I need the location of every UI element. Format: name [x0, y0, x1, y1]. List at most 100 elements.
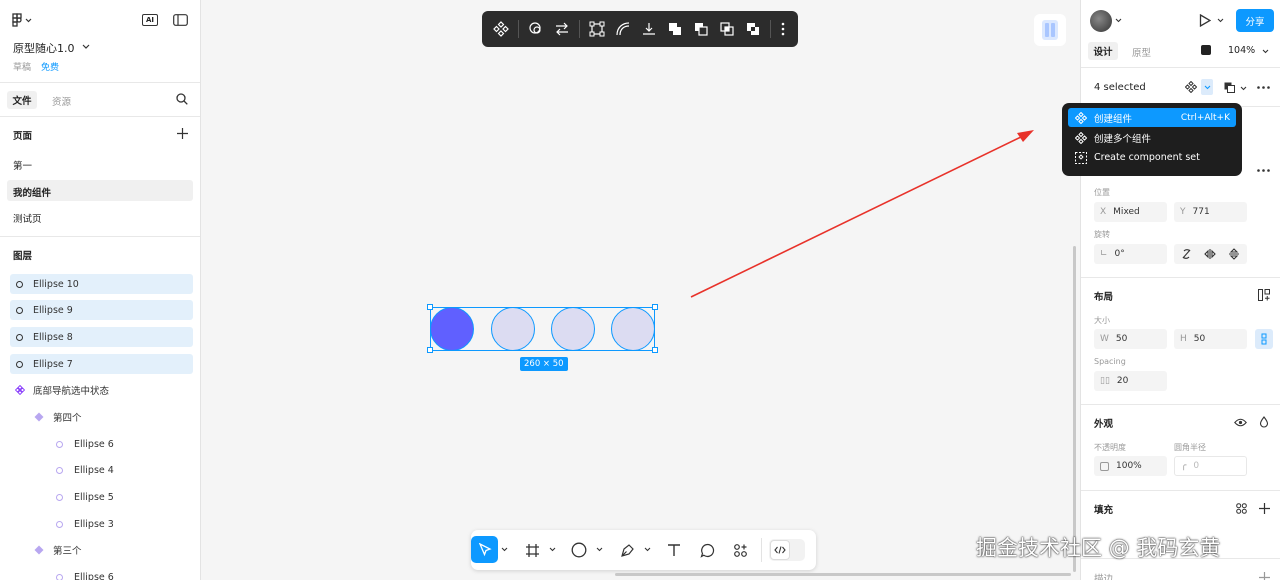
tab-files[interactable]: 文件 — [7, 91, 37, 109]
layer-row[interactable]: Ellipse 6 — [10, 434, 193, 454]
menu-item-create-multiple[interactable]: 创建多个组件 — [1068, 128, 1236, 147]
zoom-level[interactable]: 104% — [1228, 45, 1255, 56]
drop-icon[interactable] — [1257, 415, 1271, 429]
layer-row[interactable]: Ellipse 3 — [10, 514, 193, 534]
radius-field[interactable]: ╭ 0 — [1174, 456, 1247, 476]
layer-row[interactable]: 底部导航选中状态 — [10, 380, 193, 400]
layer-row[interactable]: Ellipse 9 — [10, 300, 193, 320]
rotate-icon[interactable] — [1178, 246, 1194, 262]
chevron-down-icon[interactable] — [547, 543, 557, 555]
actions-tool-icon[interactable] — [730, 540, 750, 560]
layer-label: Ellipse 5 — [74, 491, 114, 503]
page-item[interactable]: 我的组件 — [13, 185, 51, 199]
layer-row[interactable]: Ellipse 7 — [10, 354, 193, 374]
divider — [761, 538, 762, 562]
spacing-label: Spacing — [1094, 357, 1126, 366]
ellipse-icon — [56, 466, 63, 474]
add-stroke-icon[interactable] — [1257, 570, 1271, 580]
ai-badge[interactable]: AI — [142, 14, 158, 26]
chevron-down-icon[interactable] — [1215, 14, 1225, 26]
flip-vertical-icon[interactable] — [1226, 246, 1242, 262]
more-horizontal-icon[interactable] — [1255, 163, 1271, 177]
component-set-icon — [1074, 151, 1088, 164]
layer-label: Ellipse 8 — [33, 331, 73, 343]
chevron-down-icon[interactable] — [1201, 79, 1213, 95]
sidebar-toggle-icon[interactable] — [172, 13, 188, 27]
menu-item-create-set[interactable]: Create component set — [1068, 148, 1236, 167]
y-field[interactable]: Y 771 — [1174, 202, 1247, 222]
flip-horizontal-icon[interactable] — [1202, 246, 1218, 262]
layer-row[interactable]: 第四个 — [10, 407, 193, 427]
tab-prototype[interactable]: 原型 — [1132, 45, 1151, 59]
layer-label: Ellipse 6 — [74, 571, 114, 580]
horizontal-scrollbar[interactable] — [615, 573, 1071, 576]
eye-icon[interactable] — [1233, 415, 1247, 429]
auto-layout-icon[interactable] — [1257, 288, 1271, 302]
opacity-field[interactable]: 100% — [1094, 456, 1167, 476]
instance-icon — [34, 412, 44, 422]
layer-row[interactable]: 第三个 — [10, 540, 193, 560]
canvas[interactable]: 260 × 50 — [201, 0, 1080, 580]
opacity-value: 100% — [1116, 461, 1142, 471]
watermark-text: 掘金技术社区 @ 我码玄黄 — [976, 536, 1221, 560]
main-menu-icon[interactable] — [12, 12, 34, 28]
move-tool-icon[interactable] — [471, 536, 498, 563]
copy-style-icon[interactable] — [1222, 80, 1236, 94]
chevron-down-icon[interactable] — [642, 543, 652, 555]
radius-label: 圆角半径 — [1174, 443, 1206, 452]
pen-tool-icon[interactable] — [617, 540, 637, 560]
x-field[interactable]: X Mixed — [1094, 202, 1167, 222]
stroke-header: 描边 — [1094, 574, 1114, 580]
height-field[interactable]: H 50 — [1174, 329, 1247, 349]
tab-design[interactable]: 设计 — [1088, 42, 1118, 60]
search-icon[interactable] — [175, 92, 189, 106]
spacing-icon: ▯▯ — [1100, 376, 1110, 386]
page-item[interactable]: 测试页 — [13, 211, 42, 225]
style-grid-icon[interactable] — [1234, 501, 1248, 515]
component-icon[interactable] — [1184, 80, 1198, 94]
text-tool-icon[interactable] — [664, 540, 684, 560]
chevron-down-icon[interactable] — [594, 543, 604, 555]
add-fill-icon[interactable] — [1257, 501, 1271, 515]
status-free[interactable]: 免费 — [41, 60, 59, 73]
tab-assets[interactable]: 资源 — [52, 94, 71, 108]
comment-tool-icon[interactable] — [697, 540, 717, 560]
corner-radius-icon: ╭ — [1181, 461, 1187, 471]
layer-label: 底部导航选中状态 — [33, 386, 110, 397]
h-key: H — [1180, 334, 1187, 344]
chevron-down-icon[interactable] — [499, 543, 509, 555]
color-mode-icon[interactable] — [1201, 45, 1211, 55]
chevron-down-icon[interactable] — [1260, 45, 1270, 57]
play-icon[interactable] — [1197, 12, 1213, 28]
share-button[interactable]: 分享 — [1236, 9, 1274, 32]
chevron-down-icon[interactable] — [80, 41, 92, 53]
layer-row[interactable]: Ellipse 8 — [10, 327, 193, 347]
constrain-proportions-icon[interactable] — [1255, 329, 1273, 349]
avatar[interactable] — [1090, 10, 1112, 32]
code-icon[interactable] — [770, 540, 790, 560]
page-item[interactable]: 第一 — [13, 158, 32, 172]
layer-row[interactable]: Ellipse 6 — [10, 567, 193, 580]
component-icon — [1074, 111, 1088, 124]
layers-header: 图层 — [13, 251, 33, 262]
width-field[interactable]: W 50 — [1094, 329, 1167, 349]
chevron-down-icon[interactable] — [1113, 14, 1123, 26]
layer-row[interactable]: Ellipse 5 — [10, 487, 193, 507]
frame-tool-icon[interactable] — [522, 540, 542, 560]
ellipse-tool-icon[interactable] — [569, 540, 589, 560]
menu-item-create-component[interactable]: 创建组件 Ctrl+Alt+K — [1068, 108, 1236, 127]
file-title[interactable]: 原型随心1.0 — [13, 40, 75, 56]
more-horizontal-icon[interactable] — [1255, 80, 1271, 94]
rotation-field[interactable]: ∟ 0° — [1094, 244, 1167, 264]
layout-header: 布局 — [1094, 292, 1114, 303]
layer-row[interactable]: Ellipse 4 — [10, 460, 193, 480]
menu-item-label: 创建组件 — [1094, 113, 1133, 125]
layer-label: 第三个 — [53, 546, 82, 557]
ellipse-icon — [16, 306, 23, 314]
vertical-scrollbar[interactable] — [1073, 246, 1076, 572]
w-value: 50 — [1115, 334, 1128, 344]
add-page-icon[interactable] — [176, 127, 189, 140]
spacing-field[interactable]: ▯▯ 20 — [1094, 371, 1167, 391]
layer-row[interactable]: Ellipse 10 — [10, 274, 193, 294]
chevron-down-icon[interactable] — [1238, 82, 1248, 94]
